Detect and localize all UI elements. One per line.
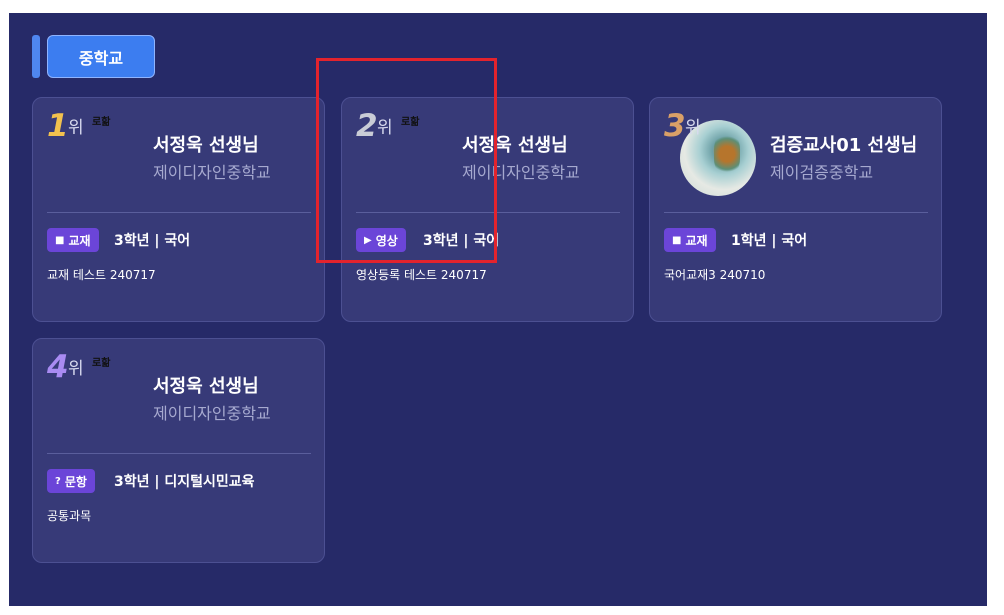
- school-name: 제이검증중학교: [770, 163, 874, 182]
- rank-suffix: 위: [377, 118, 393, 138]
- teacher-name: 검증교사01 선생님: [770, 135, 918, 156]
- badge-label: 교재: [685, 233, 708, 248]
- teacher-name: 서정욱 선생님: [153, 135, 259, 156]
- content-type-badge: ▶ 영상: [356, 228, 406, 252]
- school-name: 제이디자인중학교: [462, 163, 580, 182]
- divider: [47, 212, 311, 213]
- badge-label: 영상: [375, 233, 398, 248]
- school-name: 제이디자인중학교: [153, 404, 271, 423]
- grade-subject: 1학년 | 국어: [731, 233, 808, 249]
- badge-label: 문항: [64, 474, 87, 489]
- rank-number: 4: [47, 349, 69, 385]
- rank-number: 1: [47, 108, 69, 144]
- play-icon: ▶: [364, 234, 372, 246]
- content-title: 공통과목: [47, 509, 92, 523]
- content-type-badge: ? 문항: [47, 469, 95, 493]
- question-icon: ?: [55, 475, 61, 487]
- ranking-card-1[interactable]: 1 위 로핢 서정욱 선생님 제이디자인중학교 ■ 교재 3학년 | 국어 교재…: [32, 97, 325, 322]
- section-accent-bar: [32, 35, 40, 78]
- teacher-name: 서정욱 선생님: [462, 135, 568, 156]
- grade-subject: 3학년 | 국어: [423, 233, 500, 249]
- content-title: 영상등록 테스트 240717: [356, 268, 487, 282]
- logo-text: 로핢: [92, 358, 111, 369]
- rank-number: 3: [664, 108, 686, 144]
- book-icon: ■: [672, 234, 682, 246]
- ranking-card-2[interactable]: 2 위 로핢 서정욱 선생님 제이디자인중학교 ▶ 영상 3학년 | 국어 영상…: [341, 97, 634, 322]
- ranking-panel: 중학교 1 위 로핢 서정욱 선생님 제이디자인중학교 ■ 교재 3학년 | 국…: [9, 13, 987, 606]
- logo-text: 로핢: [92, 117, 111, 128]
- content-title: 교재 테스트 240717: [47, 268, 156, 282]
- grade-subject: 3학년 | 국어: [114, 233, 191, 249]
- badge-label: 교재: [68, 233, 91, 248]
- section-tab-middle-school[interactable]: 중학교: [47, 35, 155, 78]
- grade-subject: 3학년 | 디지털시민교육: [114, 474, 255, 490]
- content-title: 국어교재3 240710: [664, 268, 766, 282]
- content-type-badge: ■ 교재: [47, 228, 99, 252]
- divider: [664, 212, 928, 213]
- logo-text: 로핢: [401, 117, 420, 128]
- teacher-name: 서정욱 선생님: [153, 376, 259, 397]
- rank-suffix: 위: [68, 359, 84, 379]
- book-icon: ■: [55, 234, 65, 246]
- content-type-badge: ■ 교재: [664, 228, 716, 252]
- school-name: 제이디자인중학교: [153, 163, 271, 182]
- rank-suffix: 위: [685, 118, 701, 138]
- ranking-card-3[interactable]: 3 위 검증교사01 선생님 제이검증중학교 ■ 교재 1학년 | 국어 국어교…: [649, 97, 942, 322]
- ranking-card-4[interactable]: 4 위 로핢 서정욱 선생님 제이디자인중학교 ? 문항 3학년 | 디지털시민…: [32, 338, 325, 563]
- rank-number: 2: [356, 108, 378, 144]
- rank-suffix: 위: [68, 118, 84, 138]
- divider: [47, 453, 311, 454]
- divider: [356, 212, 620, 213]
